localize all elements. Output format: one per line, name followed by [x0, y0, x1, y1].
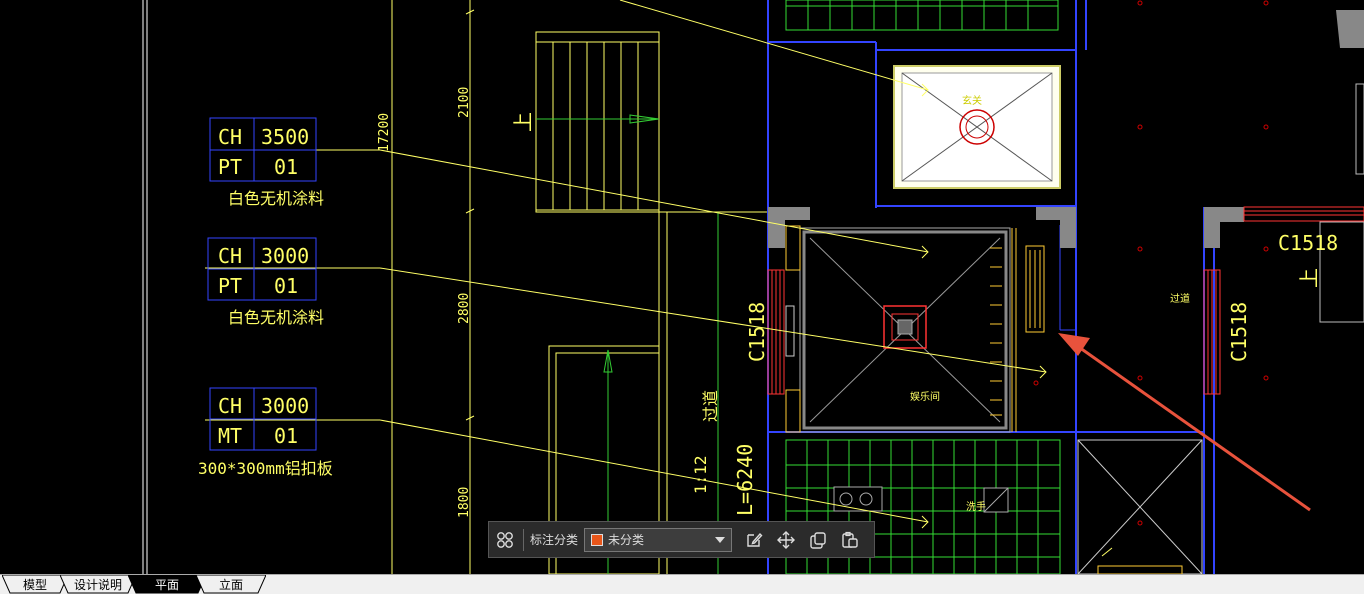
- window-label-3: C1518: [1278, 231, 1338, 255]
- corridor-label-2: 过道: [1170, 292, 1190, 305]
- room-label-entrance: 玄关: [962, 94, 982, 107]
- tag1-code: CH: [218, 125, 242, 149]
- room-label-washroom: 洗手: [966, 500, 986, 513]
- layout-tab-bar: 模型 设计说明 平面 立面: [0, 574, 1364, 594]
- category-color-swatch: [591, 533, 604, 546]
- stair-up-label: 上: [511, 112, 535, 132]
- tab-plan[interactable]: 平面: [128, 575, 206, 594]
- category-dropdown[interactable]: 未分类: [584, 527, 733, 552]
- ramp-slope: 1:12: [691, 455, 710, 494]
- window-label-1: C1518: [745, 302, 769, 362]
- tag1-code2: PT: [218, 155, 242, 179]
- edit-icon: [747, 532, 763, 547]
- stair-up-label-2: 上: [1297, 268, 1321, 288]
- drawing-canvas[interactable]: CH 3500 PT 01 CH 3000 PT 01 CH 3000 MT 0…: [0, 0, 1364, 574]
- copy-button[interactable]: [802, 525, 834, 555]
- tag1-material: 白色无机涂料: [228, 189, 324, 208]
- dim-1800: 1800: [457, 487, 472, 518]
- tag3-value2: 01: [274, 424, 298, 448]
- dim-2800: 2800: [457, 293, 472, 324]
- tab-model[interactable]: 模型: [2, 575, 68, 594]
- toolbar-divider: [523, 528, 524, 551]
- tab-design-notes[interactable]: 设计说明: [60, 575, 136, 594]
- tag3-value: 3000: [261, 394, 309, 418]
- grid-icon: [497, 531, 513, 548]
- window-label-2: C1518: [1227, 302, 1251, 362]
- room-label-entertainment: 娱乐间: [910, 390, 940, 403]
- tab-label: 模型: [22, 578, 47, 592]
- move-button[interactable]: [770, 525, 802, 555]
- move-icon: [777, 530, 796, 549]
- tag2-material: 白色无机涂料: [228, 308, 324, 327]
- dim-2100: 2100: [457, 87, 472, 118]
- paste-button[interactable]: [834, 525, 866, 555]
- annotation-toolbar: 标注分类 未分类: [488, 521, 875, 558]
- category-value: 未分类: [608, 533, 645, 547]
- tag3-code: CH: [218, 394, 242, 418]
- tag2-value: 3000: [261, 244, 309, 268]
- cad-drawing: CH 3500 PT 01 CH 3000 PT 01 CH 3000 MT 0…: [142, 0, 1364, 574]
- tag2-code2: PT: [218, 274, 242, 298]
- tab-elevation[interactable]: 立面: [196, 575, 266, 594]
- dim-total: 17200: [377, 113, 392, 152]
- ramp-length: L=6240: [733, 444, 757, 516]
- category-label: 标注分类: [530, 533, 579, 547]
- edit-button[interactable]: [738, 525, 770, 555]
- tag1-value: 3500: [261, 125, 309, 149]
- tag3-material: 300*300mm铝扣板: [198, 459, 333, 478]
- paste-icon: [842, 531, 858, 548]
- tab-label: 平面: [154, 578, 179, 592]
- corridor-label: 过道: [701, 390, 720, 422]
- tab-label: 立面: [218, 578, 243, 592]
- tag3-code2: MT: [218, 424, 242, 448]
- chevron-down-icon: [715, 536, 726, 543]
- grid-menu-button[interactable]: [489, 525, 521, 555]
- tag2-code: CH: [218, 244, 242, 268]
- tab-label: 设计说明: [73, 578, 122, 592]
- tag1-value2: 01: [274, 155, 298, 179]
- copy-icon: [810, 531, 826, 549]
- tag2-value2: 01: [274, 274, 298, 298]
